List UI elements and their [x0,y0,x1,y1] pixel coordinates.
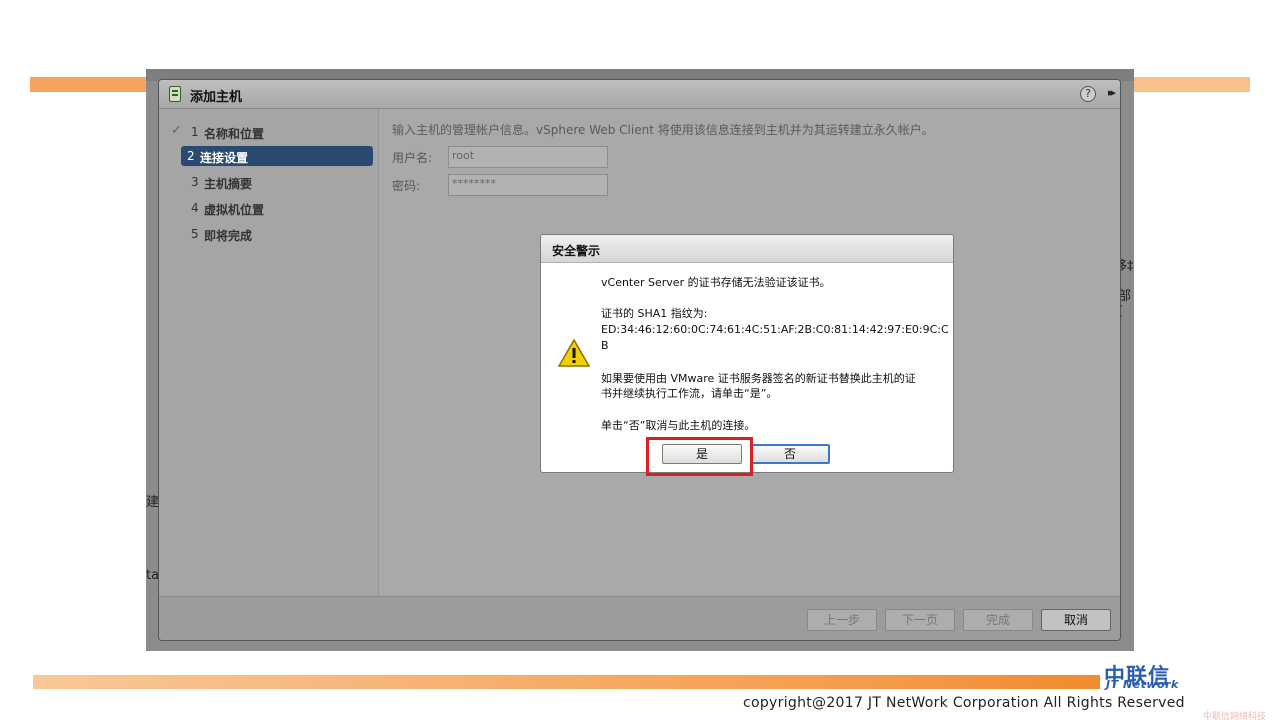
step-label: 即将完成 [204,229,253,243]
step-label: 主机摘要 [204,177,253,191]
step-number: 2 [187,149,195,163]
alert-title-bar: 安全警示 [541,235,953,263]
company-logo: 中联信 JT Network [1104,660,1204,691]
highlight-box [646,437,753,476]
wizard-footer: 上一步 下一页 完成 取消 [159,596,1120,640]
alert-message: vCenter Server 的证书存储无法验证该证书。 [601,276,831,289]
watermark-text: 中联信网络科技 [1203,712,1267,720]
step-label: 虚拟机位置 [204,203,265,217]
step-ready-to-complete[interactable]: 5 即将完成 [165,224,373,244]
wizard-title: 添加主机 [190,90,243,105]
username-label: 用户名: [392,151,433,165]
alert-title: 安全警示 [552,244,601,258]
password-label: 密码: [392,179,421,193]
connection-description: 输入主机的管理帐户信息。vSphere Web Client 将使用该信息连接到… [392,123,934,137]
step-label: 连接设置 [200,151,249,165]
finish-button[interactable]: 完成 [963,609,1033,631]
copyright-text: copyright@2017 JT NetWork Corporation Al… [743,695,1185,711]
back-button[interactable]: 上一步 [807,609,877,631]
instruction-text: 如果要使用由 VMware 证书服务器签名的新证书替换此主机的证 [601,372,916,385]
fingerprint-label: 证书的 SHA1 指纹为: [601,307,708,320]
expand-icon[interactable]: ▸▸ [1108,86,1116,99]
wizard-title-bar: 添加主机 ? ▸▸ [159,80,1120,109]
next-button[interactable]: 下一页 [885,609,955,631]
fingerprint-value-cont: B [601,339,609,352]
step-host-summary[interactable]: 3 主机摘要 [165,172,373,192]
step-vm-location[interactable]: 4 虚拟机位置 [165,198,373,218]
step-number: 3 [191,175,199,189]
logo-english: JT Network [1106,678,1179,691]
help-icon[interactable]: ? [1080,86,1096,102]
step-number: 1 [191,125,199,139]
instruction-text-cont: 书并继续执行工作流，请单击“是”。 [601,387,778,400]
screenshot-area: 移‡ 部 ( 建 tar 添加主机 ? ▸▸ ✓ 1 名称和位置 2 连接设置 [146,69,1134,651]
orange-bar-top-left [30,77,148,92]
step-number: 4 [191,201,199,215]
host-icon [169,86,181,102]
fingerprint-value: ED:34:46:12:60:0C:74:61:4C:51:AF:2B:C0:8… [601,323,949,336]
step-label: 名称和位置 [204,127,265,141]
slide: 移‡ 部 ( 建 tar 添加主机 ? ▸▸ ✓ 1 名称和位置 2 连接设置 [0,0,1280,720]
checkmark-icon: ✓ [171,123,182,138]
no-button[interactable]: 否 [750,444,830,464]
cancel-hint: 单击“否”取消与此主机的连接。 [601,419,756,432]
password-input[interactable]: ******** [448,174,608,196]
orange-bar-top-right [1132,77,1250,92]
step-connection-settings[interactable]: 2 连接设置 [181,146,373,166]
username-input[interactable]: root [448,146,608,168]
cancel-button[interactable]: 取消 [1041,609,1111,631]
wizard-steps: ✓ 1 名称和位置 2 连接设置 3 主机摘要 4 虚拟机位置 5 即将完成 [159,109,379,596]
orange-bar-bottom [33,675,1100,689]
step-number: 5 [191,227,199,241]
step-name-location[interactable]: ✓ 1 名称和位置 [165,122,373,142]
warning-icon [558,338,590,367]
